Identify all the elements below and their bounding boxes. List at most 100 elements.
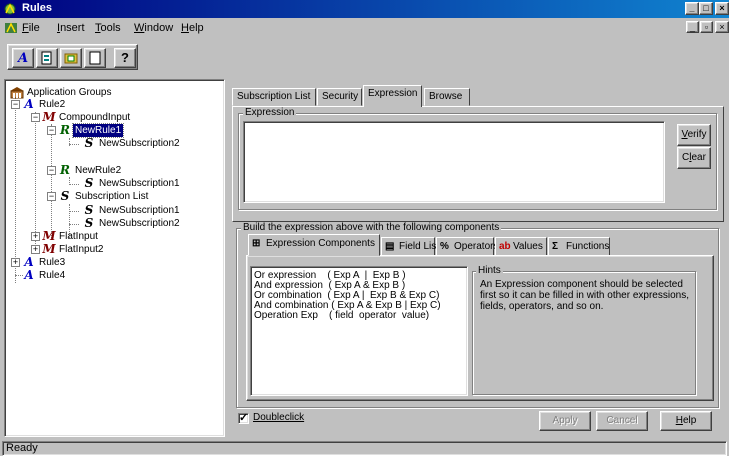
tree-node-newsubscription2[interactable]: S NewSubscription2: [81, 217, 182, 230]
cancel-button[interactable]: Cancel: [596, 411, 648, 431]
rule-a-icon: A: [24, 268, 34, 282]
list-item[interactable]: Operation Exp ( field operator value): [254, 311, 464, 321]
field-list-icon: ▤: [385, 241, 395, 252]
hints-text: An Expression component should be select…: [480, 279, 689, 312]
application-groups-tree[interactable]: Application Groups − A Rule2 − M CompoundI…: [4, 79, 225, 437]
subscription-s-icon: S: [84, 136, 94, 150]
tab-values[interactable]: ab Values: [495, 237, 547, 256]
tree-node-subscription-list[interactable]: S Subscription List: [57, 190, 150, 203]
document-system-menu-icon[interactable]: [3, 20, 19, 36]
status-text: Ready: [6, 442, 38, 454]
title-bar: Rules _ □ ×: [0, 0, 729, 18]
tree-node-label: FlatInput: [59, 231, 98, 242]
rule-a-icon: A: [17, 51, 29, 66]
expander-minus[interactable]: −: [47, 192, 56, 201]
close-button[interactable]: ×: [715, 2, 729, 15]
tree-line: [69, 211, 79, 212]
tree-node-label: NewSubscription1: [99, 178, 180, 189]
help-button[interactable]: ?: [114, 48, 136, 68]
mdi-restore-button[interactable]: ▫: [700, 21, 713, 33]
expander-minus[interactable]: −: [31, 113, 40, 122]
tree-node-rule4[interactable]: A Rule4: [21, 269, 67, 282]
tree-node-label: FlatInput2: [59, 244, 104, 255]
tree-node-label: NewRule1: [71, 123, 125, 138]
mdi-minimize-button[interactable]: _: [686, 21, 699, 33]
new-folder-button[interactable]: [60, 48, 82, 68]
doubleclick-label: Doubleclick: [253, 412, 305, 423]
help-dialog-button[interactable]: Help: [660, 411, 712, 431]
toolbar-group: A ?: [7, 44, 138, 70]
minimize-button[interactable]: _: [685, 2, 699, 15]
menu-window[interactable]: Window: [134, 22, 173, 34]
subscription-s-icon: S: [60, 189, 70, 203]
folder-icon: [64, 53, 78, 64]
tree-node-label: Rule4: [39, 270, 66, 281]
tree-node-label: Subscription List: [75, 191, 149, 202]
menu-file[interactable]: File: [22, 22, 40, 34]
tree-node-newsubscription1[interactable]: S NewSubscription1: [81, 204, 182, 217]
rule-r-icon: R: [60, 163, 70, 177]
checkmark-icon: ✓: [239, 412, 249, 424]
maximize-button[interactable]: □: [699, 2, 713, 15]
tab-expression-components[interactable]: ⊞ Expression Components: [248, 234, 380, 256]
expander-minus[interactable]: −: [47, 166, 56, 175]
subscription-s-icon: S: [84, 176, 94, 190]
clear-button[interactable]: Clear: [677, 147, 711, 169]
compound-m-icon: M: [42, 110, 56, 124]
tree-node-label: Rule3: [39, 257, 66, 268]
tree-line: [69, 144, 79, 145]
status-bar: Ready: [2, 441, 727, 456]
mdi-close-button[interactable]: ×: [715, 21, 729, 33]
menu-insert[interactable]: Insert: [57, 22, 85, 34]
menu-tools[interactable]: Tools: [95, 22, 121, 34]
components-icon: ⊞: [252, 238, 261, 249]
new-rule-button[interactable]: A: [12, 48, 34, 68]
expression-components-list[interactable]: Or expression ( Exp A | Exp B ) And expr…: [250, 266, 468, 396]
tree-line: [69, 184, 79, 185]
values-icon: ab: [499, 241, 511, 252]
tree-node-label: NewRule2: [75, 165, 122, 176]
operators-icon: %: [440, 241, 449, 252]
tab-operators[interactable]: % Operators: [436, 237, 498, 256]
compound-m-icon: M: [42, 242, 56, 256]
rule-a-icon: A: [24, 97, 34, 111]
tree-node-compoundinput[interactable]: M CompoundInput: [41, 111, 132, 124]
verify-button[interactable]: Verify: [677, 124, 711, 146]
tree-node-flatinput2[interactable]: M FlatInput2: [41, 243, 105, 256]
expression-group-title: Expression: [243, 107, 297, 119]
tab-browse[interactable]: Browse: [424, 88, 470, 106]
tab-security[interactable]: Security: [317, 88, 362, 106]
tree-line: [15, 98, 16, 283]
tab-functions[interactable]: Σ Functions: [548, 237, 610, 256]
expander-plus[interactable]: +: [11, 258, 20, 267]
expander-minus[interactable]: −: [11, 100, 20, 109]
expression-input[interactable]: [243, 121, 665, 203]
tab-field-list[interactable]: ▤ Field List: [381, 237, 439, 256]
blank-page-button[interactable]: [84, 48, 106, 68]
components-group-title: Build the expression above with the foll…: [241, 222, 502, 234]
window-title: Rules: [22, 2, 52, 14]
menu-help[interactable]: Help: [181, 22, 204, 34]
tab-subscription-list[interactable]: Subscription List: [232, 88, 316, 106]
new-document-button[interactable]: [36, 48, 58, 68]
menu-bar: File Insert Tools Window Help _ ▫ ×: [0, 18, 729, 38]
tree-line: [69, 224, 79, 225]
tree-node-newsubscription1[interactable]: S NewSubscription1: [81, 177, 182, 190]
tree-node-label: NewSubscription2: [99, 218, 180, 229]
doubleclick-checkbox[interactable]: ✓: [238, 412, 249, 424]
apply-button[interactable]: Apply: [539, 411, 591, 431]
expander-plus[interactable]: +: [31, 232, 40, 241]
tree-node-newsubscription2[interactable]: S NewSubscription2: [81, 137, 182, 150]
rule-r-icon: R: [60, 123, 70, 137]
expression-tab-page: Expression Verify Clear: [232, 106, 724, 222]
document-icon: [41, 51, 52, 65]
expander-minus[interactable]: −: [47, 126, 56, 135]
properties-panel: Subscription List Security Expression Br…: [230, 79, 729, 439]
tree-node-label: NewSubscription1: [99, 205, 180, 216]
rules-app-icon: [4, 3, 16, 15]
hints-group-title: Hints: [476, 265, 503, 277]
tree-node-label: NewSubscription2: [99, 138, 180, 149]
expander-plus[interactable]: +: [31, 245, 40, 254]
toolbar: A ?: [0, 40, 729, 76]
tab-expression[interactable]: Expression: [363, 85, 422, 107]
